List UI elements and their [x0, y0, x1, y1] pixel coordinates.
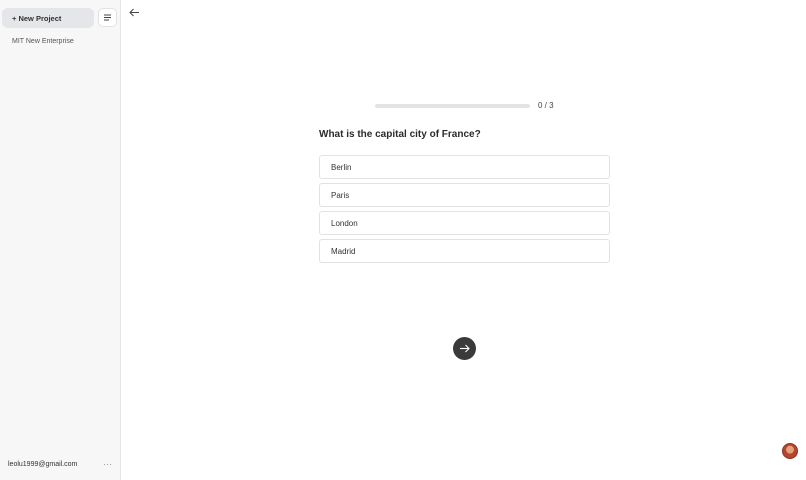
answer-options: Berlin Paris London Madrid: [319, 155, 610, 267]
account-email: leolu1999@gmail.com: [8, 461, 78, 468]
new-project-button[interactable]: + New Project: [2, 8, 94, 28]
answer-option-london[interactable]: London: [319, 211, 610, 235]
quiz-progress-bar: [375, 104, 530, 108]
sidebar-menu-button[interactable]: [98, 8, 117, 27]
sidebar-project-item[interactable]: MIT New Enterprise: [12, 38, 74, 45]
arrow-left-icon: [128, 8, 139, 16]
quiz-question: What is the capital city of France?: [319, 129, 481, 140]
quiz-progress-text: 0 / 3: [538, 101, 554, 110]
back-button[interactable]: [128, 6, 140, 18]
arrow-right-icon: [460, 344, 470, 353]
sidebar: + New Project MIT New Enterprise leolu19…: [0, 0, 121, 480]
next-button[interactable]: [453, 337, 476, 360]
user-avatar[interactable]: [782, 443, 798, 459]
answer-option-paris[interactable]: Paris: [319, 183, 610, 207]
answer-option-madrid[interactable]: Madrid: [319, 239, 610, 263]
answer-option-berlin[interactable]: Berlin: [319, 155, 610, 179]
lines-filter-icon: [104, 14, 111, 21]
account-more-button[interactable]: ···: [103, 460, 113, 469]
